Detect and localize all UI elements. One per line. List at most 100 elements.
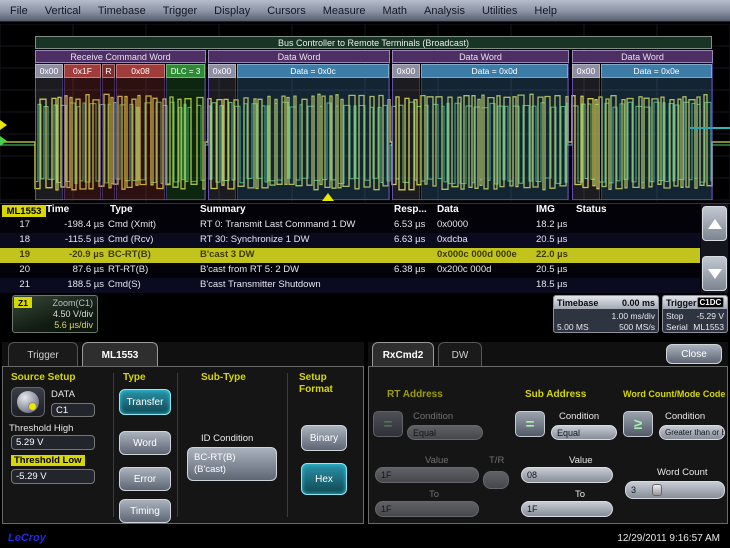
scroll-up-button[interactable] (702, 206, 727, 241)
decode-word-command: Receive Command Word (35, 50, 206, 63)
cell-img: 18.2 µs (536, 219, 576, 230)
zone-dlc (166, 78, 205, 200)
threshold-high-field[interactable]: 5.29 V (11, 435, 95, 450)
table-row[interactable]: 18 -115.5 µs Cmd (Rcv) RT 30: Synchroniz… (0, 233, 700, 248)
zoom-trace-descriptor[interactable]: Z1 Zoom(C1) 4.50 V/div 5.6 µs/div (12, 295, 98, 333)
col-header-data: Data (437, 204, 459, 218)
field-data3: Data = 0x0e (601, 64, 712, 78)
menu-item-vertical[interactable]: Vertical (45, 5, 81, 17)
sub-equal-operator-button[interactable]: = (515, 411, 545, 437)
lecroy-logo: LeCroy (8, 532, 46, 544)
cell-resp: 6.38 µs (394, 264, 436, 275)
threshold-high-label: Threshold High (9, 423, 73, 434)
cell-data: 0x0000 (437, 219, 535, 230)
cell-img: 18.5 µs (536, 279, 576, 290)
cell-summary: RT 30: Synchronize 1 DW (200, 234, 392, 245)
slider-thumb[interactable] (652, 484, 662, 496)
sub-condition-field[interactable]: Equal (551, 425, 617, 440)
table-row-selected[interactable]: 19 -20.9 µs BC-RT(B) B'cast 3 DW 0x000c … (0, 248, 700, 263)
decode-table-tag[interactable]: ML1553 (2, 205, 46, 217)
menu-item-display[interactable]: Display (214, 5, 250, 17)
format-binary-button[interactable]: Binary (301, 425, 347, 451)
wc-value-slider[interactable]: 3 (625, 481, 725, 499)
tab-rxcmd2-label: RxCmd2 (383, 350, 424, 361)
trigger-kind: Serial (666, 322, 688, 332)
zone-gap1 (35, 78, 63, 200)
menu-item-trigger[interactable]: Trigger (163, 5, 197, 17)
zone-gap3 (392, 78, 420, 200)
cell-index: 19 (0, 249, 30, 260)
field-dlc: DLC = 3 (166, 64, 205, 78)
ground-level-marker[interactable] (0, 136, 7, 146)
rt-address-title: RT Address (387, 389, 443, 400)
menu-item-help[interactable]: Help (534, 5, 557, 17)
word-count-title: Word Count/Mode Code (623, 389, 725, 399)
arrow-up-icon (708, 219, 722, 229)
source-knob-icon[interactable] (11, 387, 45, 417)
cell-summary: B'cast 3 DW (200, 249, 392, 260)
menu-item-timebase[interactable]: Timebase (98, 5, 146, 17)
tab-trigger[interactable]: Trigger (8, 342, 78, 367)
threshold-low-label: Threshold Low (11, 455, 85, 466)
ml1553-setup-dialog: Trigger ML1553 Source Setup DATA C1 Thre… (2, 342, 364, 524)
rt-equal-operator-button[interactable]: = (373, 411, 403, 437)
timebase-samples: 5.00 MS (557, 322, 589, 332)
menu-item-math[interactable]: Math (383, 5, 407, 17)
wc-ge-operator-button[interactable]: ≥ (623, 411, 653, 437)
tab-dw-label: DW (452, 350, 469, 361)
trigger-protocol: ML1553 (693, 322, 724, 332)
table-scrollbar[interactable] (701, 204, 728, 293)
field-sub-address: 0x08 (116, 64, 165, 78)
wc-condition-field[interactable]: Greater than or E (659, 425, 725, 440)
rt-value-field[interactable]: 1F (375, 467, 479, 483)
menu-item-cursors[interactable]: Cursors (267, 5, 306, 17)
cell-summary: B'cast from RT 5: 2 DW (200, 264, 392, 275)
tab-rxcmd2[interactable]: RxCmd2 (372, 342, 434, 367)
cell-type: BC-RT(B) (108, 249, 198, 260)
menu-item-measure[interactable]: Measure (323, 5, 366, 17)
channel-level-marker[interactable] (0, 120, 7, 130)
trigger-descriptor[interactable]: TriggerC1DC Stop-5.29 V SerialML1553 (662, 295, 728, 333)
tr-label: T/R (489, 455, 504, 466)
format-hex-button[interactable]: Hex (301, 463, 347, 495)
type-error-button[interactable]: Error (119, 467, 171, 491)
format-title-line2: Format (299, 384, 333, 395)
rt-to-field[interactable]: 1F (375, 501, 479, 517)
table-row[interactable]: 17 -198.4 µs Cmd (Xmit) RT 0: Transmit L… (0, 218, 700, 233)
type-transfer-button[interactable]: Transfer (119, 389, 171, 415)
type-word-button[interactable]: Word (119, 431, 171, 455)
tr-button[interactable] (483, 471, 509, 489)
timebase-descriptor[interactable]: Timebase0.00 ms 1.00 ms/div 5.00 MS500 M… (553, 295, 659, 333)
menu-item-utilities[interactable]: Utilities (482, 5, 517, 17)
decode-word-dw1: Data Word (208, 50, 390, 63)
cell-type: Cmd (Rcv) (108, 234, 198, 245)
trigger-source-badge: C1DC (697, 297, 725, 308)
id-condition-button[interactable]: BC-RT(B) (B'cast) (187, 447, 277, 481)
table-row[interactable]: 20 87.6 µs RT-RT(B) B'cast from RT 5: 2 … (0, 263, 700, 278)
waveform-grid[interactable]: Bus Controller to Remote Terminals (Broa… (0, 24, 730, 202)
zone-gap4 (572, 78, 600, 200)
sub-value-field[interactable]: 08 (521, 467, 613, 483)
cell-time: -115.5 µs (34, 234, 104, 245)
field-gap3: 0x00 (392, 64, 420, 78)
sub-to-field[interactable]: 1F (521, 501, 613, 517)
rt-condition-field[interactable]: Equal (407, 425, 483, 440)
table-row[interactable]: 21 188.5 µs Cmd(S) B'cast Transmitter Sh… (0, 278, 700, 293)
threshold-low-field[interactable]: -5.29 V (11, 469, 95, 484)
menu-item-analysis[interactable]: Analysis (424, 5, 465, 17)
tab-dw[interactable]: DW (438, 342, 482, 367)
cell-index: 21 (0, 279, 30, 290)
close-button[interactable]: Close (666, 344, 722, 364)
cell-data: 0xdcba (437, 234, 535, 245)
trigger-position-marker[interactable] (322, 193, 334, 201)
type-timing-button[interactable]: Timing (119, 499, 171, 523)
menu-item-file[interactable]: File (10, 5, 28, 17)
source-select-field[interactable]: C1 (51, 403, 95, 417)
trigger-level: -5.29 V (697, 311, 724, 321)
col-header-status: Status (576, 204, 607, 218)
tab-ml1553-label: ML1553 (102, 350, 139, 361)
col-header-img: IMG (536, 204, 555, 218)
rt-value-label: Value (425, 455, 449, 466)
scroll-down-button[interactable] (702, 256, 727, 291)
tab-ml1553[interactable]: ML1553 (82, 342, 158, 367)
